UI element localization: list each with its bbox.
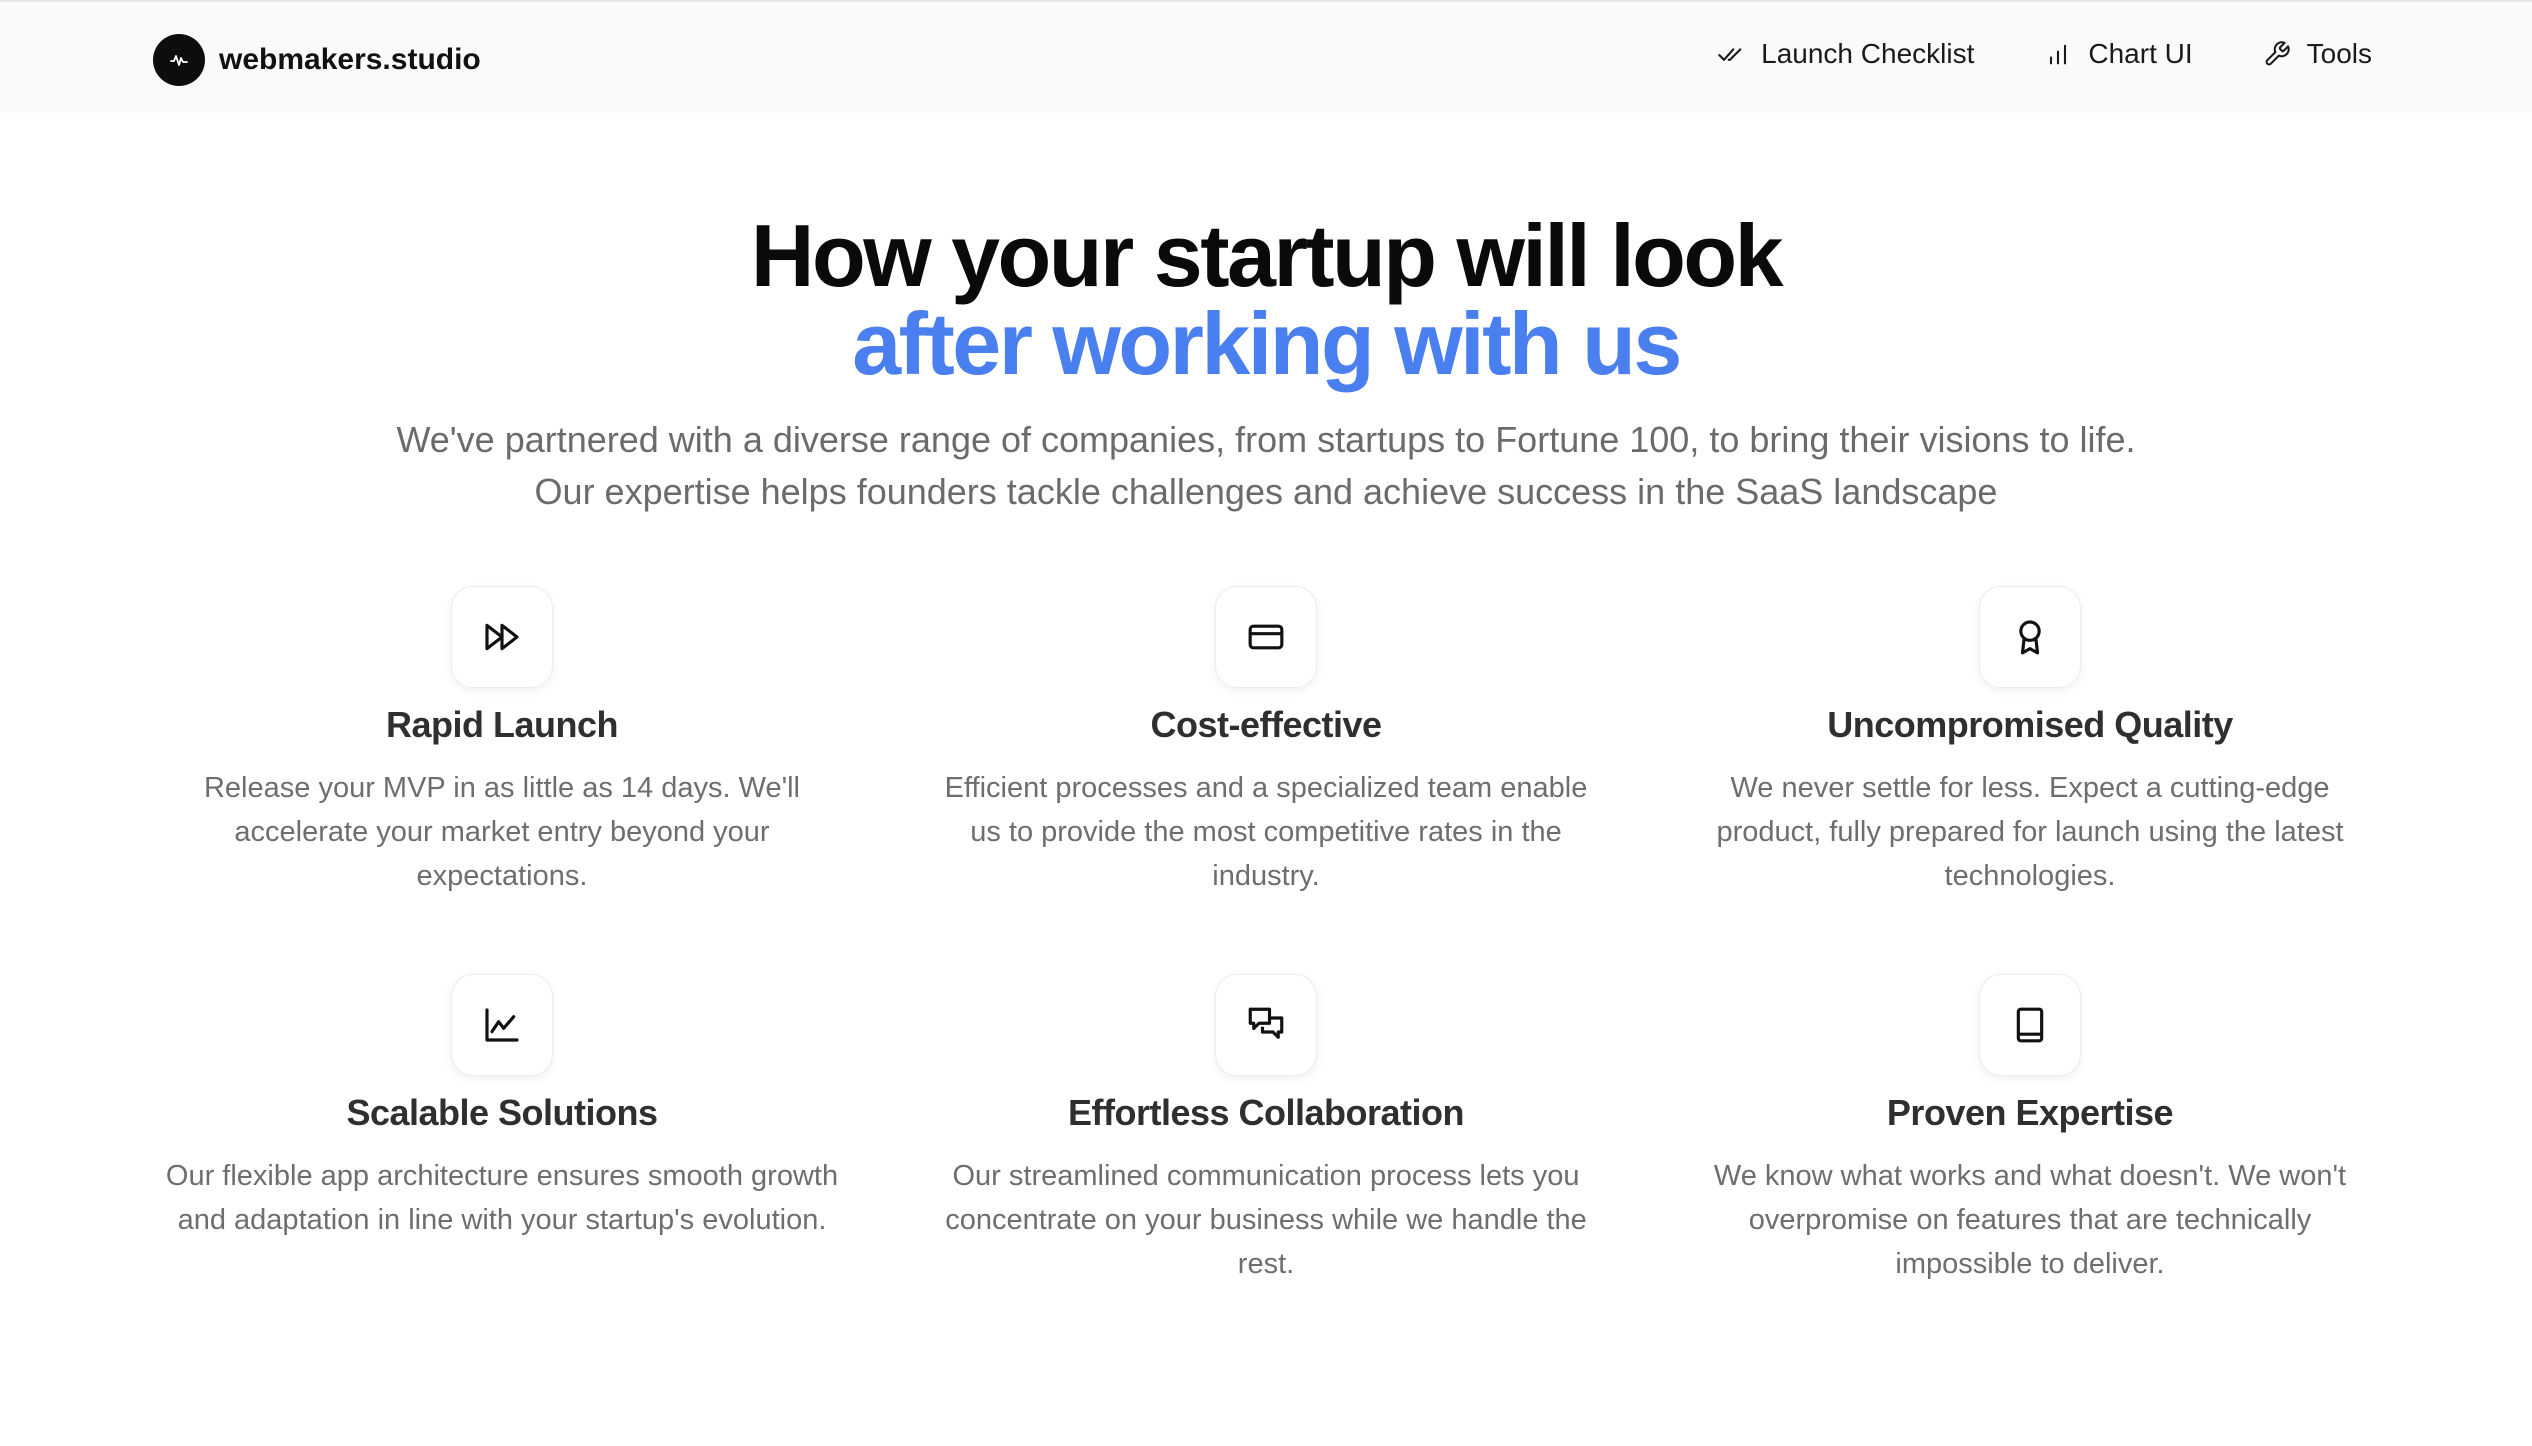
- feature-card-effortless-collaboration: Effortless Collaboration Our streamlined…: [914, 974, 1618, 1286]
- feature-title: Cost-effective: [1150, 704, 1382, 745]
- feature-icon-box: [1979, 974, 2081, 1076]
- hero-subtitle: We've partnered with a diverse range of …: [0, 414, 2532, 518]
- feature-icon-box: [1215, 586, 1317, 688]
- nav-launch-checklist[interactable]: Launch Checklist: [1717, 38, 1974, 70]
- nav-chart-ui[interactable]: Chart UI: [2044, 38, 2193, 70]
- feature-card-proven-expertise: Proven Expertise We know what works and …: [1678, 974, 2382, 1286]
- feature-description: Efficient processes and a specialized te…: [944, 772, 1588, 892]
- feature-description: Release your MVP in as little as 14 days…: [203, 772, 800, 892]
- wrench-icon: [2265, 41, 2290, 66]
- feature-card-cost-effective: Cost-effective Efficient processes and a…: [914, 586, 1618, 898]
- feature-description: We know what works and what doesn't. We …: [1713, 1160, 2347, 1280]
- nav-chart-ui-label: Chart UI: [2088, 38, 2193, 69]
- hero-subtitle-line-1: We've partnered with a diverse range of …: [396, 419, 2136, 460]
- hero-subtitle-line-2: Our expertise helps founders tackle chal…: [534, 471, 1998, 512]
- chat-bubbles-icon: [1248, 1007, 1284, 1039]
- feature-title: Uncompromised Quality: [1827, 704, 2233, 745]
- feature-icon-box: [1979, 586, 2081, 688]
- feature-description: Our streamlined communication process le…: [945, 1160, 1587, 1280]
- feature-icon-box: [451, 974, 553, 1076]
- main-nav: Launch Checklist Chart UI Tools: [1717, 38, 2372, 70]
- bar-chart-icon: [2050, 44, 2067, 65]
- features-grid: Rapid Launch Release your MVP in as litt…: [150, 586, 2382, 1286]
- credit-card-icon: [1248, 624, 1284, 650]
- nav-launch-checklist-label: Launch Checklist: [1761, 38, 1975, 69]
- hero-title: How your startup will look: [750, 206, 1784, 305]
- hero-title-highlight: after working with us: [852, 294, 1682, 393]
- award-icon: [2019, 620, 2041, 655]
- brand-link[interactable]: webmakers.studio: [153, 34, 481, 86]
- feature-card-uncompromised-quality: Uncompromised Quality We never settle fo…: [1678, 586, 2382, 898]
- feature-card-scalable-solutions: Scalable Solutions Our flexible app arch…: [150, 974, 854, 1286]
- nav-tools-label: Tools: [2306, 38, 2372, 69]
- feature-title: Proven Expertise: [1886, 1092, 2174, 1133]
- book-icon: [2016, 1007, 2044, 1043]
- feature-description: Our flexible app architecture ensures sm…: [165, 1160, 839, 1236]
- feature-title: Rapid Launch: [385, 704, 619, 745]
- fast-forward-icon: [485, 623, 519, 651]
- feature-card-rapid-launch: Rapid Launch Release your MVP in as litt…: [150, 586, 854, 898]
- hero-section: How your startup will look after working…: [0, 200, 2532, 518]
- double-check-icon: [1718, 48, 1742, 61]
- top-navigation-bar: webmakers.studio Launch Checklist Chart …: [0, 0, 2532, 113]
- brand-logo-icon: [153, 34, 205, 86]
- feature-title: Effortless Collaboration: [1067, 1092, 1465, 1133]
- feature-icon-box: [1215, 974, 1317, 1076]
- nav-tools[interactable]: Tools: [2263, 38, 2372, 70]
- feature-description: We never settle for less. Expect a cutti…: [1716, 772, 2344, 892]
- feature-title: Scalable Solutions: [346, 1092, 658, 1133]
- line-chart-icon: [485, 1008, 519, 1042]
- feature-icon-box: [451, 586, 553, 688]
- brand-name: webmakers.studio: [219, 43, 481, 76]
